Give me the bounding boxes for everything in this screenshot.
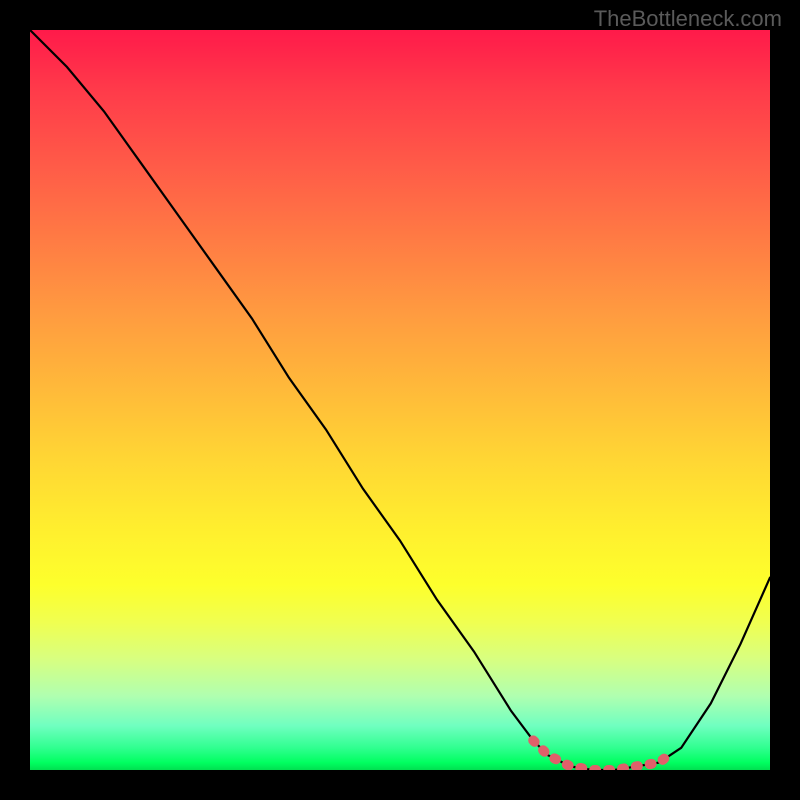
chart-svg <box>30 30 770 770</box>
watermark-text: TheBottleneck.com <box>594 6 782 32</box>
bottleneck-curve <box>30 30 770 770</box>
chart-plot-area <box>30 30 770 770</box>
valley-highlight <box>533 740 674 770</box>
